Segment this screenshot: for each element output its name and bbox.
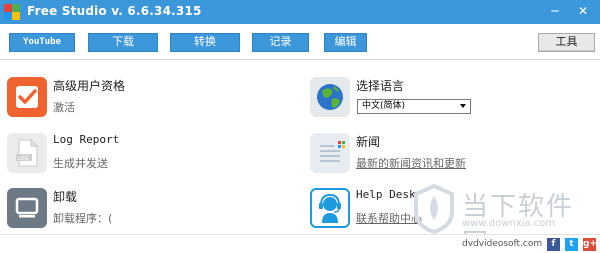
footer-site-link[interactable]: dvdvideosoft.com bbox=[462, 239, 542, 249]
language-select[interactable]: 中文(简体) bbox=[357, 99, 471, 114]
title-bar: Free Studio v. 6.6.34.315 ─ ✕ bbox=[0, 0, 600, 24]
toolbar: YouTube 下载 转换 记录 编辑 工具 bbox=[0, 24, 600, 60]
uninstall-subtitle[interactable]: 卸载程序：( bbox=[53, 210, 112, 226]
app-logo-icon bbox=[4, 4, 20, 20]
language-title: 选择语言 bbox=[356, 79, 405, 93]
tab-download[interactable]: 下载 bbox=[88, 33, 158, 52]
help-desk-title: Help Desk bbox=[356, 188, 416, 201]
facebook-icon[interactable]: f bbox=[547, 238, 560, 251]
checkmark-icon bbox=[7, 77, 47, 117]
log-file-icon: LOG bbox=[7, 133, 47, 173]
news-title: 新闻 bbox=[356, 135, 381, 149]
log-report-title: Log Report bbox=[53, 133, 120, 146]
twitter-icon[interactable]: t bbox=[565, 238, 578, 251]
news-icon bbox=[310, 133, 350, 173]
tab-edit[interactable]: 编辑 bbox=[324, 33, 367, 52]
premium-subtitle[interactable]: 激活 bbox=[53, 99, 75, 115]
footer: dvdvideosoft.com f t g+ bbox=[0, 234, 600, 253]
language-selected-value: 中文(简体) bbox=[362, 101, 406, 111]
monitor-icon bbox=[7, 188, 47, 228]
news-link[interactable]: 最新的新闻资讯和更新 bbox=[356, 155, 466, 171]
window-title: Free Studio v. 6.6.34.315 bbox=[27, 4, 202, 18]
headset-icon bbox=[310, 188, 350, 228]
watermark-logo-icon bbox=[412, 183, 456, 235]
globe-icon bbox=[310, 77, 350, 117]
svg-text:LOG: LOG bbox=[18, 156, 29, 162]
minimize-button[interactable]: ─ bbox=[545, 2, 565, 20]
tab-convert[interactable]: 转换 bbox=[170, 33, 240, 52]
uninstall-title: 卸载 bbox=[53, 190, 78, 204]
tab-tools[interactable]: 工具 bbox=[538, 33, 595, 52]
tab-youtube[interactable]: YouTube bbox=[9, 33, 75, 52]
tab-record[interactable]: 记录 bbox=[252, 33, 309, 52]
close-button[interactable]: ✕ bbox=[573, 2, 593, 20]
chevron-down-icon bbox=[460, 104, 466, 108]
googleplus-icon[interactable]: g+ bbox=[583, 238, 597, 251]
watermark-url: www.downxia.com bbox=[462, 218, 556, 229]
log-report-subtitle[interactable]: 生成并发送 bbox=[53, 155, 108, 171]
premium-title: 高级用户资格 bbox=[53, 79, 126, 93]
